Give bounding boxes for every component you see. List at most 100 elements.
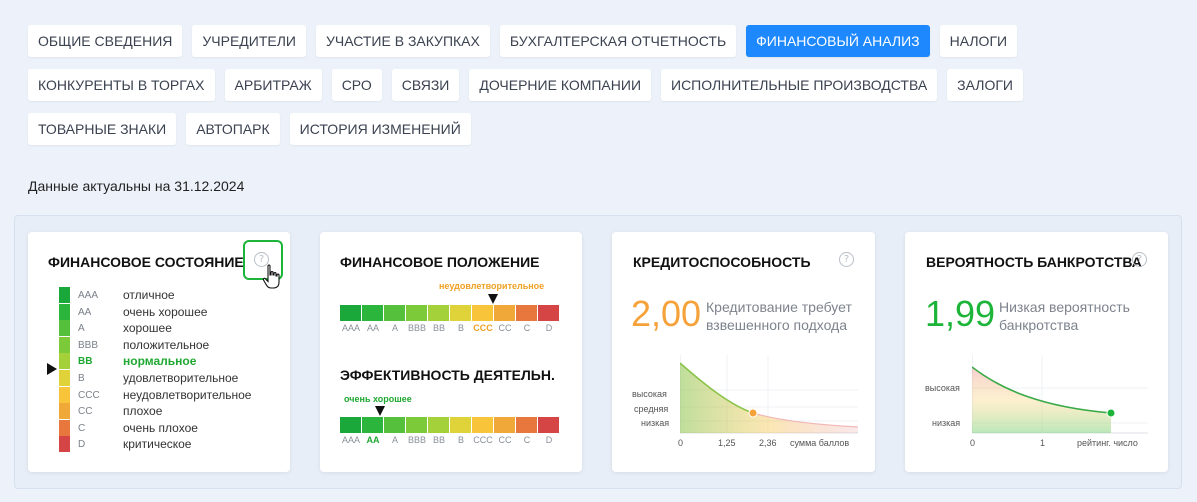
scale-label: BBB	[407, 323, 426, 333]
rating-label: удовлетворительное	[123, 371, 239, 385]
bankruptcy-y-high: высокая	[925, 383, 960, 393]
bankruptcy-value: 1,99	[925, 293, 996, 334]
rating-row: Aхорошее	[59, 320, 279, 337]
scale-label: C	[523, 323, 531, 333]
scale-cell	[406, 305, 428, 321]
credit-point	[748, 408, 758, 418]
bankruptcy-x-1: 1	[1040, 438, 1046, 448]
fin-position-note: неудовлетворительное	[439, 281, 545, 291]
bankruptcy-x-title: рейтинг. число	[1077, 438, 1138, 448]
scale-label: BBB	[407, 435, 426, 445]
efficiency-scale-labels: AAA AA A BBB BB B CCC CC C D	[340, 435, 560, 445]
scale-cell	[450, 417, 472, 433]
scale-cell	[340, 305, 362, 321]
scale-cell	[362, 305, 384, 321]
rating-color-swatch	[59, 403, 70, 420]
rating-row: AAA отличное	[59, 287, 279, 303]
rating-color-swatch	[59, 303, 70, 320]
rating-code: B	[78, 373, 85, 384]
rating-row: CC плохое	[59, 403, 279, 420]
fin-position-marker-icon	[488, 294, 498, 304]
credit-y-mid: средняя	[634, 404, 669, 414]
scale-cell	[538, 305, 560, 321]
rating-color-swatch	[59, 353, 70, 370]
scale-label: AA	[366, 435, 380, 445]
rating-label: отличное	[123, 288, 175, 302]
tab-sro[interactable]: СРО	[331, 69, 382, 101]
tab-competitors[interactable]: Конкуренты в торгах	[28, 69, 215, 101]
tab-general[interactable]: Общие сведения	[28, 25, 183, 57]
tab-pledges[interactable]: Залоги	[947, 69, 1023, 101]
scale-cell	[384, 417, 406, 433]
scale-label: CC	[498, 435, 512, 445]
rating-code: BB	[78, 356, 93, 368]
tab-history[interactable]: История изменений	[289, 113, 471, 145]
rating-row: Bудовлетворительное	[59, 370, 279, 386]
scale-cell	[428, 305, 450, 321]
credit-help-icon[interactable]: ?	[839, 252, 854, 267]
scale-cell	[428, 417, 450, 433]
scale-label: BB	[432, 323, 445, 333]
scale-label: A	[391, 323, 398, 333]
rating-color-swatch	[59, 436, 70, 453]
scale-label: B	[457, 435, 464, 445]
tab-trademarks[interactable]: Товарные знаки	[28, 113, 177, 145]
credit-title: Кредитоспособность	[633, 254, 811, 270]
bankruptcy-help-icon[interactable]: ?	[1132, 252, 1147, 267]
scale-cell	[538, 417, 560, 433]
tab-taxes[interactable]: Налоги	[939, 25, 1018, 57]
rating-code: A	[78, 323, 85, 335]
rating-code: CC	[78, 406, 93, 418]
fin-position-title: Финансовое положение	[340, 254, 540, 270]
tab-vehicles[interactable]: Автопарк	[186, 113, 280, 145]
rating-label: положительное	[123, 337, 210, 352]
tab-enforcement[interactable]: Исполнительные производства	[661, 69, 938, 101]
rating-label: очень плохое	[123, 420, 198, 435]
fin-state-title: Финансовое состояние	[48, 254, 244, 270]
rating-row: BBB положительное	[59, 336, 279, 353]
credit-chart	[680, 355, 858, 434]
fin-position-scale-labels: AAA AA A BBB BB B CCC CC C D	[340, 323, 560, 333]
scale-cell	[516, 305, 538, 321]
scale-label: AAA	[341, 323, 360, 333]
scale-label: B	[457, 323, 464, 333]
rating-code: CCC	[78, 389, 100, 401]
tab-subsidiaries[interactable]: Дочерние компании	[469, 69, 651, 101]
scale-cell	[384, 305, 406, 321]
tabs-row-2: Конкуренты в торгах Арбитраж СРО Связи Д…	[28, 69, 1023, 101]
scale-cell	[472, 305, 494, 321]
scale-cell	[494, 305, 516, 321]
tab-arbitration[interactable]: Арбитраж	[224, 69, 322, 101]
credit-desc-line2: взвешенного подхода	[706, 317, 848, 333]
scale-label: CCC	[473, 323, 493, 333]
rating-color-swatch	[59, 419, 70, 436]
updated-date-text: Данные актуальны на 31.12.2024	[28, 178, 245, 194]
tab-founders[interactable]: Учредители	[192, 25, 306, 57]
rating-color-swatch	[59, 336, 70, 353]
scale-cell	[494, 417, 516, 433]
efficiency-note: очень хорошее	[344, 394, 412, 404]
scale-label: CCC	[473, 435, 493, 445]
rating-row: BB нормальное	[59, 353, 279, 370]
scale-cell	[450, 305, 472, 321]
scale-label: CC	[498, 323, 512, 333]
rating-row: Dкритическое	[59, 436, 279, 453]
bankruptcy-chart	[972, 355, 1148, 434]
credit-x-1: 1,25	[718, 438, 736, 448]
scale-cell	[472, 417, 494, 433]
tab-financial-analysis[interactable]: Финансовый анализ	[746, 25, 930, 57]
tab-procurement[interactable]: Участие в закупках	[315, 25, 490, 57]
tab-links[interactable]: Связи	[391, 69, 460, 101]
scale-cell	[362, 417, 384, 433]
scale-cell	[516, 417, 538, 433]
tab-accounting[interactable]: Бухгалтерская отчетность	[499, 25, 737, 57]
credit-x-2: 2,36	[759, 438, 777, 448]
credit-x-title: сумма баллов	[790, 438, 850, 448]
scale-cell	[340, 417, 362, 433]
credit-desc-line1: Кредитование требует	[706, 299, 852, 315]
rating-row: Cочень плохое	[59, 419, 279, 436]
rating-code: D	[78, 439, 86, 451]
scale-label: D	[545, 435, 553, 445]
rating-label: плохое	[123, 404, 163, 419]
efficiency-scale	[340, 417, 560, 433]
